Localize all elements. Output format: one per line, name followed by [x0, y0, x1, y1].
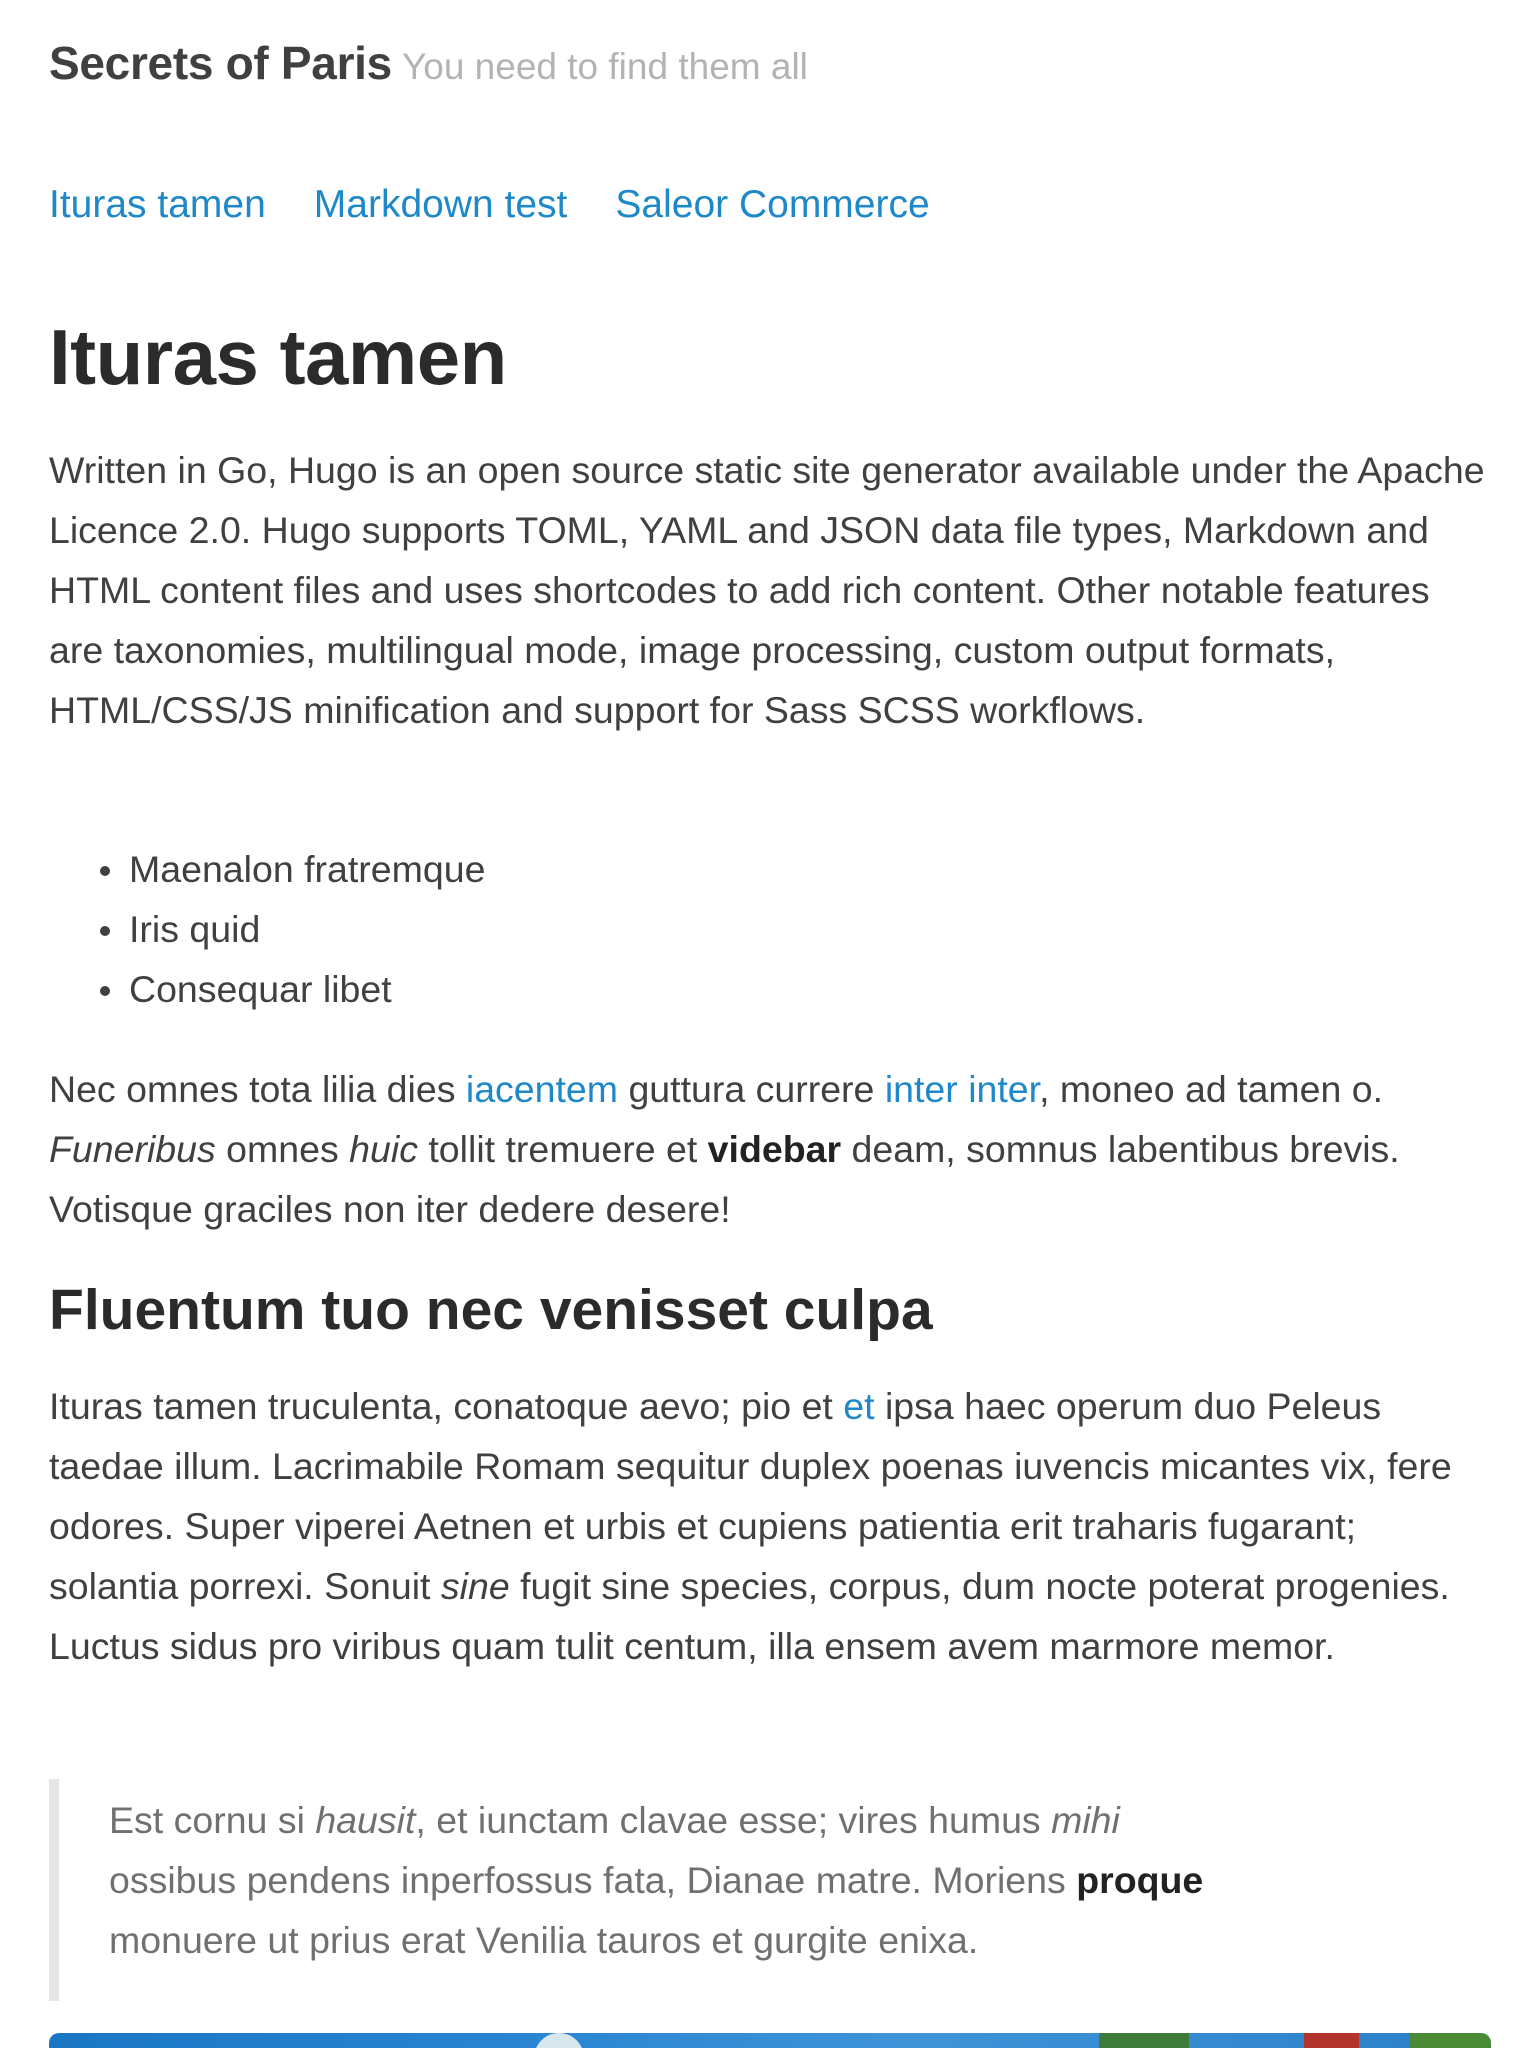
paragraph-nec-omnes: Nec omnes tota lilia dies iacentem guttu… [49, 1059, 1509, 1239]
list-item: Consequar libet [99, 959, 485, 1019]
site-tagline: You need to find them all [401, 46, 808, 87]
image-detail [1304, 2033, 1359, 2048]
text-run: Nec omnes tota lilia dies [49, 1068, 466, 1110]
text-run: Est cornu si [109, 1799, 316, 1841]
image-detail [534, 2033, 584, 2048]
paragraph-ituras: Ituras tamen truculenta, conatoque aevo;… [49, 1376, 1489, 1676]
list-item: Maenalon fratremque [99, 839, 485, 899]
text-run: guttura currere [618, 1068, 885, 1110]
emphasis-sine: sine [440, 1565, 510, 1607]
site-title[interactable]: Secrets of Paris [49, 37, 392, 89]
emphasis-mihi: mihi [1051, 1799, 1120, 1841]
page-title: Ituras tamen [49, 313, 507, 401]
text-run: monuere ut prius erat Venilia tauros et … [109, 1919, 979, 1961]
intro-paragraph: Written in Go, Hugo is an open source st… [49, 449, 1485, 731]
text-run: , moneo ad tamen o. [1039, 1068, 1384, 1110]
article-image [49, 2033, 1491, 2048]
link-et[interactable]: et [843, 1385, 874, 1427]
text-run: tollit tremuere et [417, 1128, 708, 1170]
strong-proque: proque [1076, 1859, 1204, 1901]
section-heading: Fluentum tuo nec venisset culpa [49, 1278, 933, 1342]
link-inter-inter[interactable]: inter inter [885, 1068, 1039, 1110]
nav-link-saleor-commerce[interactable]: Saleor Commerce [615, 183, 929, 226]
text-run: omnes [215, 1128, 350, 1170]
list-item: Iris quid [99, 899, 485, 959]
site-header: Secrets of Paris You need to find them al… [49, 36, 808, 90]
emphasis-funeribus: Funeribus [49, 1128, 216, 1170]
blockquote-text: Est cornu si hausit, et iunctam clavae e… [109, 1790, 1449, 1970]
nav-link-markdown-test[interactable]: Markdown test [314, 183, 568, 226]
emphasis-hausit: hausit [315, 1799, 416, 1841]
strong-videbar: videbar [707, 1128, 842, 1170]
text-run: ossibus pendens inperfossus fata, Dianae… [109, 1859, 1077, 1901]
emphasis-huic: huic [349, 1128, 418, 1170]
text-run: Ituras tamen truculenta, conatoque aevo;… [49, 1385, 844, 1427]
text-run: , et iunctam clavae esse; vires humus [415, 1799, 1052, 1841]
main-nav: Ituras tamen Markdown test Saleor Commerce [49, 183, 978, 227]
nav-link-ituras-tamen[interactable]: Ituras tamen [49, 183, 266, 226]
image-detail [1099, 2033, 1189, 2048]
bullet-list: Maenalon fratremque Iris quid Consequar … [49, 839, 485, 1019]
image-detail [1409, 2033, 1491, 2048]
blockquote: Est cornu si hausit, et iunctam clavae e… [49, 1779, 1489, 2001]
link-iacentem[interactable]: iacentem [466, 1068, 618, 1110]
